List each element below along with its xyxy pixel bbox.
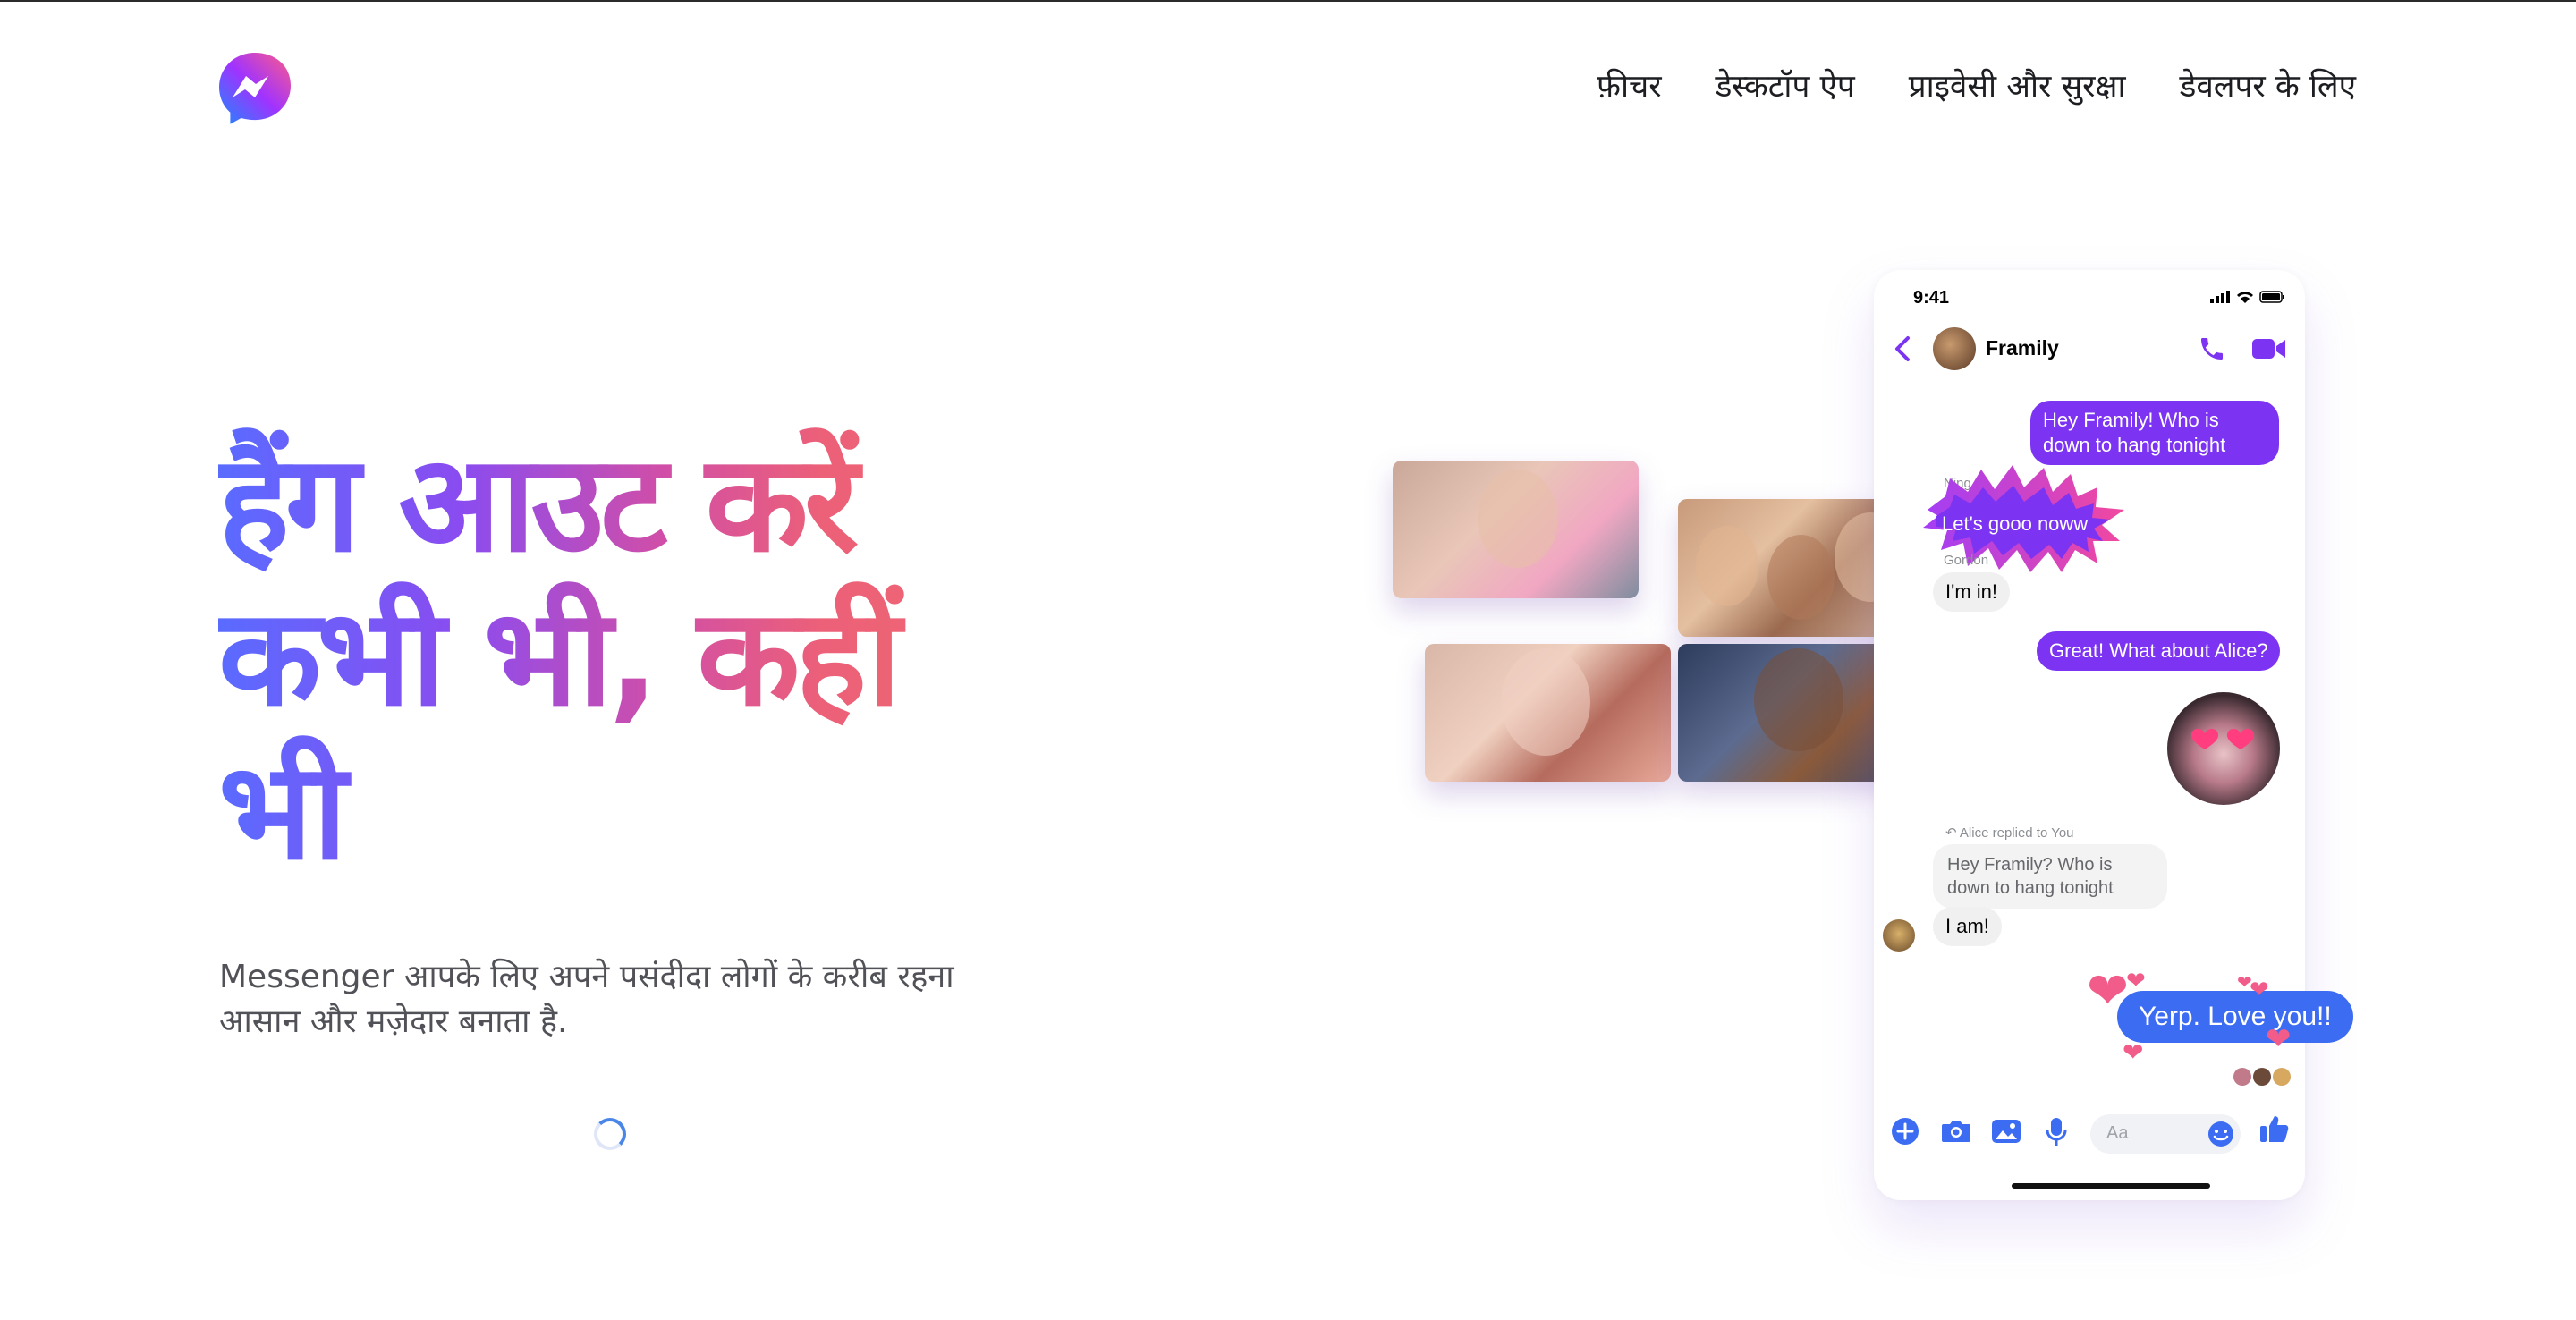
microphone-icon[interactable] bbox=[2044, 1116, 2069, 1148]
nav-features[interactable]: फ़ीचर bbox=[1597, 64, 1662, 106]
sender-avatar bbox=[1883, 919, 1915, 952]
message-bubble-outgoing[interactable]: Great! What about Alice? bbox=[2037, 631, 2280, 671]
video-tile-1 bbox=[1393, 461, 1639, 598]
nav-desktop-app[interactable]: डेस्कटॉप ऐप bbox=[1716, 64, 1855, 106]
subtitle-line-1: Messenger आपके लिए अपने पसंदीदा लोगों के… bbox=[219, 959, 954, 995]
home-indicator bbox=[2012, 1183, 2210, 1189]
phone-mockup: 9:41 Framily Hey Framily! Who is down to… bbox=[1874, 270, 2353, 1200]
heart-icon: ❤ bbox=[2250, 977, 2269, 1003]
message-input[interactable]: Aa bbox=[2090, 1114, 2241, 1154]
heart-eyes-icon bbox=[2190, 728, 2255, 749]
group-avatar[interactable] bbox=[1933, 327, 1976, 370]
read-receipt-avatar bbox=[2233, 1068, 2251, 1086]
nav-developers[interactable]: डेवलपर के लिए bbox=[2180, 64, 2356, 106]
reply-label: ↶ Alice replied to You bbox=[1945, 825, 2074, 841]
video-call-icon[interactable] bbox=[2252, 336, 2286, 361]
nav-privacy-safety[interactable]: प्राइवेसी और सुरक्षा bbox=[1909, 64, 2126, 106]
headline-line-2: कभी भी, कहीं bbox=[218, 580, 897, 736]
gallery-icon[interactable] bbox=[1990, 1116, 2022, 1147]
reply-label-text: Alice replied to You bbox=[1959, 825, 2074, 841]
message-bubble-incoming[interactable]: I am! bbox=[1933, 907, 2002, 946]
loading-spinner bbox=[594, 1118, 626, 1150]
message-bubble-outgoing[interactable]: Hey Framily! Who is down to hang tonight bbox=[2030, 401, 2279, 465]
quoted-message: Hey Framily? Who is down to hang tonight bbox=[1933, 844, 2167, 909]
phone-call-icon[interactable] bbox=[2198, 334, 2226, 363]
reply-arrow-icon: ↶ bbox=[1945, 825, 1960, 841]
heart-icon: ❤ bbox=[2123, 1037, 2144, 1067]
message-bubble-incoming[interactable]: I'm in! bbox=[1933, 572, 2010, 612]
message-composer: Aa bbox=[1874, 1107, 2305, 1161]
chat-name[interactable]: Framily bbox=[1986, 336, 2059, 360]
read-receipts bbox=[2233, 1068, 2291, 1086]
status-bar-icons bbox=[2210, 291, 2284, 303]
headline-line-1: हैंग आउट करें bbox=[218, 427, 855, 582]
message-bubble-outgoing-large[interactable]: Yerp. Love you!! bbox=[2117, 991, 2353, 1043]
alice-avatar bbox=[2167, 692, 2280, 805]
heart-icon: ❤ bbox=[2266, 1021, 2292, 1057]
thumbs-up-icon[interactable] bbox=[2258, 1113, 2291, 1145]
heart-icon: ❤ bbox=[2087, 962, 2129, 1020]
subtitle-line-2: आसान और मज़ेदार बनाता है. bbox=[219, 1003, 568, 1040]
camera-icon[interactable] bbox=[1940, 1116, 1972, 1147]
heart-icon: ❤ bbox=[2126, 968, 2146, 994]
hero-section: हैंग आउट करें कभी भी, कहीं भी bbox=[218, 427, 1023, 889]
headline-line-3: भी bbox=[218, 734, 343, 890]
hero-subtitle: Messenger आपके लिए अपने पसंदीदा लोगों के… bbox=[219, 955, 1024, 1045]
chat-header: Framily bbox=[1874, 322, 2305, 376]
back-chevron-icon[interactable] bbox=[1894, 334, 1911, 363]
plus-circle-icon[interactable] bbox=[1890, 1116, 1920, 1147]
top-border bbox=[0, 0, 2576, 2]
message-input-placeholder: Aa bbox=[2106, 1123, 2129, 1143]
hero-headline: हैंग आउट करें कभी भी, कहीं भी bbox=[218, 427, 1023, 889]
read-receipt-avatar bbox=[2273, 1068, 2291, 1086]
messenger-logo-icon[interactable] bbox=[217, 51, 292, 126]
message-bubble-burst[interactable]: Let's gooo noww bbox=[1929, 504, 2100, 544]
video-tile-3 bbox=[1425, 644, 1671, 782]
top-nav: फ़ीचर डेस्कटॉप ऐप प्राइवेसी और सुरक्षा ड… bbox=[1597, 64, 2356, 106]
status-time: 9:41 bbox=[1913, 288, 1950, 308]
emoji-icon[interactable] bbox=[2207, 1120, 2235, 1148]
sender-label-gordon: Gordon bbox=[1944, 553, 1989, 568]
read-receipt-avatar bbox=[2253, 1068, 2271, 1086]
